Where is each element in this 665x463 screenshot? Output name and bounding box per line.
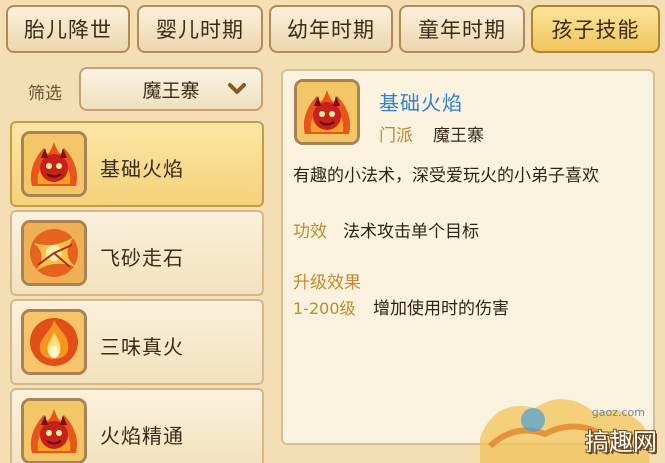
- effect-label: 功效: [293, 222, 327, 242]
- tab-childhood[interactable]: 童年时期: [399, 5, 525, 53]
- tab-child-skills[interactable]: 孩子技能: [531, 5, 660, 53]
- filter-label: 筛选: [28, 84, 62, 104]
- tab-infant[interactable]: 婴儿时期: [137, 5, 263, 53]
- watermark-brand: 搞趣网: [585, 428, 657, 456]
- skill-item-label: 火焰精通: [100, 424, 184, 448]
- skill-item-label: 基础火焰: [100, 157, 184, 181]
- upgrade-title: 升级效果: [293, 273, 361, 293]
- tab-fetal[interactable]: 胎儿降世: [6, 5, 130, 53]
- filter-dropdown[interactable]: 魔王寨: [79, 67, 263, 111]
- demon-fire-icon: [294, 79, 360, 145]
- chevron-down-icon: [228, 83, 246, 94]
- watermark-site: gaoz.com: [591, 406, 645, 419]
- sect-value: 魔王寨: [433, 126, 484, 146]
- effect-value: 法术攻击单个目标: [343, 222, 479, 242]
- upgrade-level: 1-200级: [293, 299, 356, 318]
- watermark-logo: gaoz.com 搞趣网: [475, 368, 665, 463]
- flying-rock-icon: [21, 220, 87, 286]
- skill-item-label: 三味真火: [100, 335, 184, 359]
- skill-description: 有趣的小法术，深受爱玩火的小弟子喜欢: [293, 166, 599, 186]
- tab-early-childhood[interactable]: 幼年时期: [269, 5, 393, 53]
- sect-label: 门派: [379, 126, 413, 146]
- skill-item[interactable]: 基础火焰: [10, 121, 264, 207]
- skill-item[interactable]: 火焰精通: [10, 388, 264, 463]
- true-fire-icon: [21, 309, 87, 375]
- skill-list: 基础火焰 飞砂走石 三味真火 火焰精通: [10, 121, 264, 463]
- demon-fire-icon: [21, 398, 87, 463]
- skill-item-label: 飞砂走石: [100, 246, 184, 270]
- upgrade-value: 增加使用时的伤害: [373, 299, 509, 319]
- skill-item[interactable]: 飞砂走石: [10, 210, 264, 296]
- skill-title: 基础火焰: [379, 91, 463, 115]
- demon-fire-icon: [21, 131, 87, 197]
- filter-selected-value: 魔王寨: [142, 79, 200, 102]
- tab-bar: 胎儿降世 婴儿时期 幼年时期 童年时期 孩子技能: [6, 5, 660, 55]
- skill-item[interactable]: 三味真火: [10, 299, 264, 385]
